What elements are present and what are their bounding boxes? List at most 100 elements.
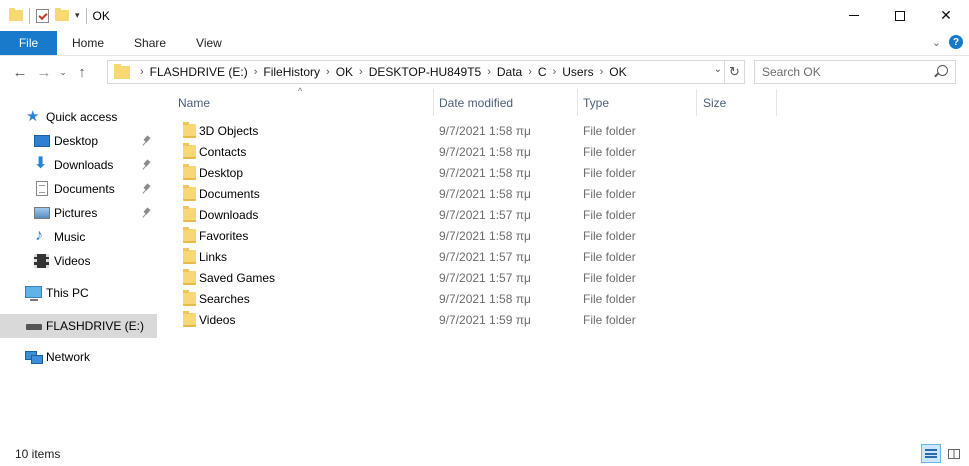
breadcrumb-separator-icon[interactable]: › (522, 66, 538, 78)
recent-locations-button[interactable]: ⌄ (56, 61, 70, 85)
sidebar-item-desktop[interactable]: Desktop (0, 129, 157, 153)
file-name: Links (199, 250, 228, 264)
refresh-button[interactable]: ↻ (724, 61, 744, 83)
breadcrumb: › FLASHDRIVE (E:) › FileHistory › OK › D… (134, 65, 627, 79)
maximize-button[interactable] (877, 0, 923, 31)
desktop-icon (34, 135, 50, 147)
pin-icon (143, 160, 151, 170)
sidebar-item-documents[interactable]: Documents (0, 177, 157, 201)
window-controls: ✕ (831, 0, 969, 31)
table-row[interactable]: Videos 9/7/2021 1:59 πμ File folder (175, 310, 875, 331)
breadcrumb-item[interactable]: OK (336, 65, 353, 79)
back-button[interactable]: ← (8, 61, 32, 85)
close-button[interactable]: ✕ (923, 0, 969, 31)
folder-icon (183, 164, 196, 180)
column-divider[interactable] (696, 89, 697, 116)
forward-button[interactable]: → (32, 61, 56, 85)
breadcrumb-separator-icon[interactable]: › (320, 66, 336, 78)
breadcrumb-separator-icon[interactable]: › (353, 66, 369, 78)
breadcrumb-item[interactable]: FLASHDRIVE (E:) (150, 65, 248, 79)
column-divider[interactable] (433, 89, 434, 116)
table-row[interactable]: Favorites 9/7/2021 1:58 πμ File folder (175, 226, 875, 247)
sidebar-item-downloads[interactable]: ⬇ Downloads (0, 153, 157, 177)
maximize-icon (895, 10, 905, 21)
table-row[interactable]: Contacts 9/7/2021 1:58 πμ File folder (175, 142, 875, 163)
sidebar-item-this-pc[interactable]: This PC (0, 281, 157, 305)
column-divider[interactable] (577, 89, 578, 116)
breadcrumb-separator-icon[interactable]: › (134, 66, 150, 78)
sidebar-item-music[interactable]: ♪ Music (0, 225, 157, 249)
search-input[interactable] (762, 65, 932, 79)
table-row[interactable]: Documents 9/7/2021 1:58 πμ File folder (175, 184, 875, 205)
file-type: File folder (583, 166, 636, 180)
up-button[interactable]: ↑ (70, 61, 94, 85)
file-type: File folder (583, 271, 636, 285)
help-icon[interactable]: ? (949, 35, 963, 49)
column-divider[interactable] (776, 89, 777, 116)
breadcrumb-item[interactable]: DESKTOP-HU849T5 (369, 65, 481, 79)
column-header-name[interactable]: Name (178, 89, 210, 116)
properties-icon[interactable] (36, 8, 49, 23)
sidebar-item-flashdrive[interactable]: FLASHDRIVE (E:) (0, 314, 157, 338)
breadcrumb-separator-icon[interactable]: › (248, 66, 264, 78)
column-header-date-modified[interactable]: Date modified (439, 89, 513, 116)
breadcrumb-separator-icon[interactable]: › (547, 66, 563, 78)
tab-share[interactable]: Share (119, 31, 181, 55)
sidebar-item-label: Downloads (54, 158, 114, 172)
folder-icon (183, 269, 196, 285)
file-date: 9/7/2021 1:57 πμ (439, 250, 531, 264)
pictures-icon (34, 207, 50, 219)
table-row[interactable]: Links 9/7/2021 1:57 πμ File folder (175, 247, 875, 268)
sidebar-item-label: Network (46, 350, 91, 364)
sidebar-item-network[interactable]: Network (0, 345, 157, 369)
tab-view[interactable]: View (181, 31, 237, 55)
breadcrumb-item[interactable]: OK (609, 65, 626, 79)
file-name: 3D Objects (199, 124, 259, 138)
pin-icon (143, 136, 151, 146)
details-view-icon (925, 449, 937, 458)
customize-toolbar-dropdown[interactable]: ▾ (75, 10, 80, 21)
sidebar-item-pictures[interactable]: Pictures (0, 201, 157, 225)
column-header-size[interactable]: Size (703, 89, 726, 116)
breadcrumb-item[interactable]: C (538, 65, 547, 79)
tab-file[interactable]: File (0, 31, 57, 55)
folder-icon (183, 248, 196, 264)
address-dropdown-button[interactable]: ⌄ (714, 64, 722, 75)
file-date: 9/7/2021 1:58 πμ (439, 145, 531, 159)
search-box[interactable] (754, 60, 956, 84)
sidebar-item-videos[interactable]: Videos (0, 249, 157, 273)
quick-access-toolbar: ▾ (0, 0, 87, 31)
sidebar-item-label: Desktop (54, 134, 99, 148)
table-row[interactable]: 3D Objects 9/7/2021 1:58 πμ File folder (175, 121, 875, 142)
sidebar-item-quick-access[interactable]: ★ Quick access (0, 105, 157, 129)
minimize-button[interactable] (831, 0, 877, 31)
documents-icon (36, 181, 48, 196)
table-row[interactable]: Desktop 9/7/2021 1:58 πμ File folder (175, 163, 875, 184)
large-icons-view-button[interactable] (944, 444, 964, 463)
file-name: Videos (199, 313, 236, 327)
new-folder-icon[interactable] (55, 8, 69, 21)
file-type: File folder (583, 292, 636, 306)
network-icon (25, 351, 43, 364)
window-title: OK (92, 8, 110, 23)
file-list: ^ Name Date modified Type Size 3D Object… (160, 86, 969, 441)
pin-icon (143, 184, 151, 194)
breadcrumb-separator-icon[interactable]: › (481, 66, 497, 78)
breadcrumb-item[interactable]: Data (497, 65, 522, 79)
file-name: Favorites (199, 229, 249, 243)
table-row[interactable]: Searches 9/7/2021 1:58 πμ File folder (175, 289, 875, 310)
search-icon[interactable] (937, 65, 948, 76)
breadcrumb-separator-icon[interactable]: › (594, 66, 610, 78)
breadcrumb-item[interactable]: Users (562, 65, 593, 79)
details-view-button[interactable] (921, 444, 941, 463)
table-row[interactable]: Downloads 9/7/2021 1:57 πμ File folder (175, 205, 875, 226)
address-bar[interactable]: › FLASHDRIVE (E:) › FileHistory › OK › D… (107, 60, 745, 84)
minimize-icon (849, 15, 859, 16)
tab-home[interactable]: Home (57, 31, 119, 55)
close-icon: ✕ (940, 7, 952, 23)
expand-ribbon-button[interactable]: ⌄ (932, 36, 941, 49)
breadcrumb-item[interactable]: FileHistory (263, 65, 320, 79)
column-header-type[interactable]: Type (583, 89, 609, 116)
file-date: 9/7/2021 1:58 πμ (439, 166, 531, 180)
table-row[interactable]: Saved Games 9/7/2021 1:57 πμ File folder (175, 268, 875, 289)
